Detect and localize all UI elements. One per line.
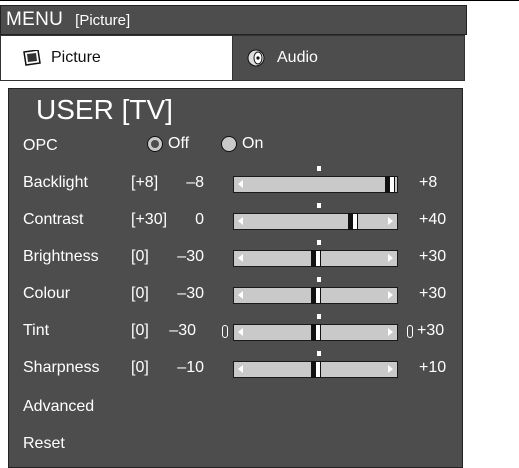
tab-bar: Picture Audio	[0, 35, 465, 81]
menu-title: MENU	[6, 9, 64, 30]
setting-min: 0	[195, 211, 204, 228]
menu-item-advanced[interactable]: Advanced	[9, 393, 464, 423]
setting-min: –30	[169, 322, 196, 339]
arrow-right-icon[interactable]	[388, 365, 393, 373]
slider-thumb[interactable]	[310, 250, 321, 267]
setting-current: [+30]	[131, 211, 168, 228]
center-marker	[317, 277, 321, 282]
reset-label: Reset	[23, 435, 65, 452]
slider-thumb[interactable]	[310, 324, 321, 341]
setting-label: Tint	[23, 322, 50, 339]
radio-on[interactable]	[221, 136, 237, 152]
setting-slider[interactable]	[233, 277, 398, 304]
setting-slider[interactable]	[233, 240, 398, 267]
setting-label: Brightness	[23, 248, 99, 265]
tab-audio-label: Audio	[277, 49, 318, 66]
menu-bar: MENU [Picture]	[0, 5, 467, 35]
setting-row-brightness[interactable]: Brightness [0] –30 +30	[9, 240, 464, 273]
menu-item-reset[interactable]: Reset	[9, 430, 464, 460]
setting-current: [+8]	[131, 174, 159, 191]
setting-min: –10	[177, 359, 204, 376]
setting-current: [0]	[131, 359, 149, 376]
arrow-left-icon[interactable]	[238, 291, 243, 299]
setting-current: [0]	[131, 322, 149, 339]
setting-label: Sharpness	[23, 359, 100, 376]
opc-on-label: On	[242, 135, 264, 152]
slider-thumb[interactable]	[310, 287, 321, 304]
setting-row-backlight[interactable]: Backlight [+8] –8 +8	[9, 166, 464, 199]
arrow-right-icon[interactable]	[388, 217, 393, 225]
menu-section: [Picture]	[75, 11, 131, 29]
setting-slider[interactable]	[233, 351, 398, 378]
panel-title: USER [TV]	[36, 94, 173, 125]
setting-current: [0]	[131, 285, 149, 302]
arrow-left-icon[interactable]	[238, 328, 243, 336]
opc-label: OPC	[23, 137, 58, 154]
setting-min: –30	[177, 285, 204, 302]
setting-max: +40	[419, 211, 447, 228]
speaker-icon	[247, 49, 265, 67]
setting-slider[interactable]	[233, 166, 398, 193]
center-marker	[317, 240, 321, 245]
arrow-right-icon[interactable]	[388, 328, 393, 336]
setting-label: Colour	[23, 285, 71, 302]
setting-row-contrast[interactable]: Contrast [+30] 0 +40	[9, 203, 464, 236]
setting-label: Contrast	[23, 211, 84, 228]
slider-thumb[interactable]	[347, 213, 358, 230]
center-marker	[317, 314, 321, 319]
radio-off[interactable]	[147, 136, 163, 152]
setting-max: +30	[417, 322, 445, 339]
center-marker	[317, 166, 321, 171]
tab-picture[interactable]: Picture	[1, 36, 233, 80]
tint-red-marker	[222, 325, 228, 338]
setting-slider[interactable]	[233, 203, 398, 230]
opc-on-option[interactable]: On	[221, 135, 263, 153]
center-marker	[317, 351, 321, 356]
setting-slider[interactable]	[233, 314, 398, 341]
setting-min: –8	[186, 174, 204, 191]
setting-row-sharpness[interactable]: Sharpness [0] –10 +10	[9, 351, 464, 384]
setting-label: Backlight	[23, 174, 88, 191]
arrow-right-icon[interactable]	[388, 291, 393, 299]
opc-off-option[interactable]: Off	[147, 135, 189, 153]
setting-min: –30	[177, 248, 204, 265]
setting-max: +8	[419, 174, 438, 191]
opc-off-label: Off	[168, 135, 190, 152]
arrow-left-icon[interactable]	[238, 180, 243, 188]
arrow-right-icon[interactable]	[388, 254, 393, 262]
tab-audio[interactable]: Audio	[233, 36, 464, 80]
setting-row-tint[interactable]: Tint [0] –30 +30	[9, 314, 464, 347]
setting-current: [0]	[131, 248, 149, 265]
slider-thumb[interactable]	[385, 176, 395, 193]
picture-icon	[23, 50, 41, 66]
advanced-label: Advanced	[23, 398, 95, 415]
arrow-left-icon[interactable]	[238, 217, 243, 225]
setting-max: +30	[419, 248, 447, 265]
setting-row-colour[interactable]: Colour [0] –30 +30	[9, 277, 464, 310]
settings-panel: USER [TV] OPC Off On Backlight [+8] –8 +…	[8, 88, 463, 468]
arrow-left-icon[interactable]	[238, 365, 243, 373]
tab-picture-label: Picture	[51, 49, 101, 66]
arrow-left-icon[interactable]	[238, 254, 243, 262]
slider-thumb[interactable]	[310, 361, 321, 378]
setting-max: +30	[419, 285, 447, 302]
center-marker	[317, 203, 321, 208]
setting-max: +10	[419, 359, 447, 376]
opc-row: OPC Off On	[9, 132, 464, 162]
tint-green-marker	[407, 325, 413, 338]
